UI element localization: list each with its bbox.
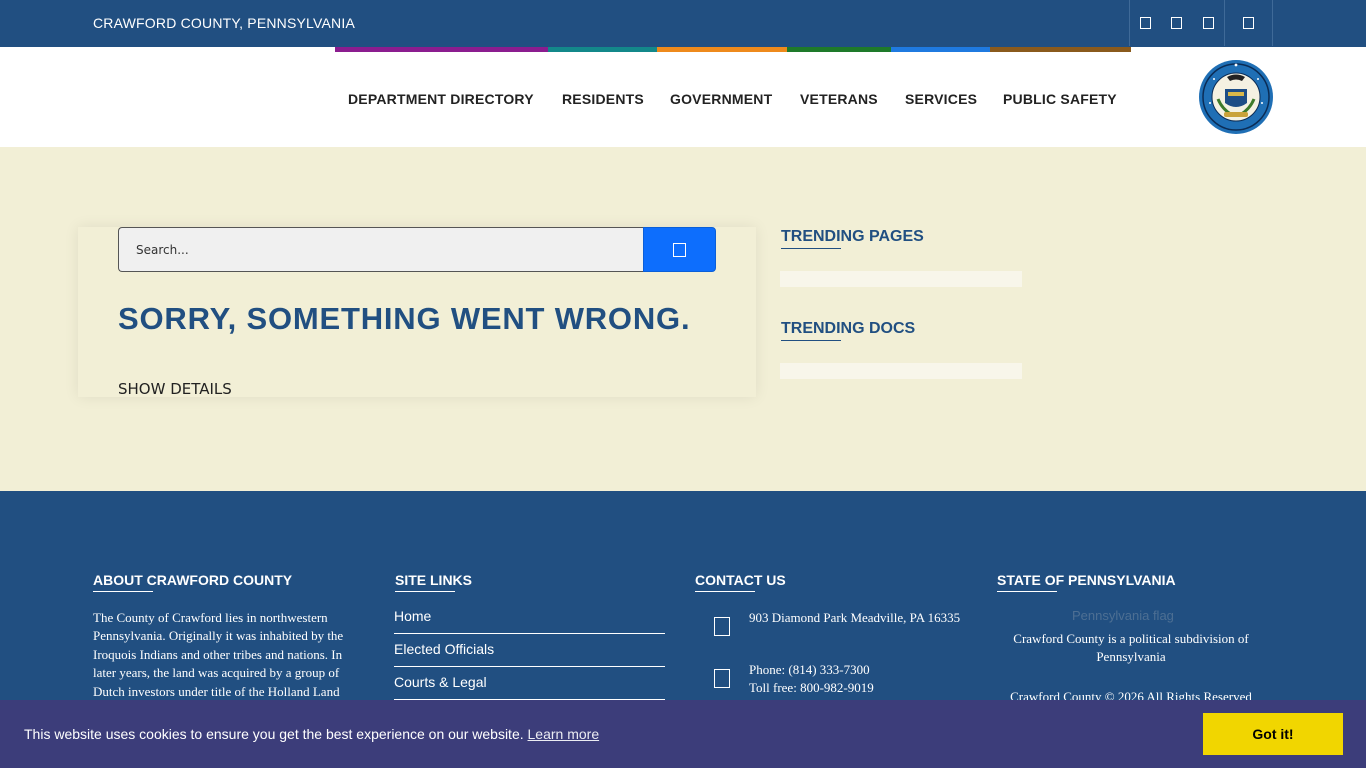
trending-pages-list [780, 271, 1022, 287]
about-text: The County of Crawford lies in northwest… [93, 610, 344, 699]
heading-underline [997, 591, 1057, 592]
county-seal-logo[interactable] [1198, 59, 1274, 135]
color-strip-segment [548, 47, 657, 52]
cookie-message-text: This website uses cookies to ensure you … [24, 726, 524, 742]
contact-phone[interactable]: Phone: (814) 333-7300 [749, 661, 870, 679]
cookie-learn-more-link[interactable]: Learn more [528, 726, 600, 742]
show-details-link[interactable]: SHOW DETAILS [118, 380, 232, 398]
color-strip-segment [787, 47, 891, 52]
top-bar: CRAWFORD COUNTY, PENNSYLVANIA [0, 0, 1366, 47]
cookie-message: This website uses cookies to ensure you … [24, 726, 599, 742]
color-strip-segment [335, 47, 548, 52]
footer-link-elected-officials[interactable]: Elected Officials [394, 641, 665, 667]
site-links-heading: SITE LINKS [395, 572, 473, 588]
heading-underline [781, 340, 841, 341]
search-button[interactable] [643, 227, 716, 272]
heading-underline [695, 591, 755, 592]
nav-residents[interactable]: RESIDENTS [562, 91, 644, 107]
contact-heading: CONTACT US [695, 572, 786, 588]
contact-toll-free[interactable]: Toll free: 800-982-9019 [749, 679, 874, 697]
footer-link-home[interactable]: Home [394, 608, 665, 634]
youtube-icon[interactable] [1192, 0, 1224, 46]
search-input[interactable] [118, 227, 644, 272]
trending-pages-heading: TRENDING PAGES [781, 228, 924, 245]
divider [1272, 0, 1273, 46]
trending-docs-list [780, 363, 1022, 379]
color-strip-segment [657, 47, 787, 52]
color-strip-segment [891, 47, 990, 52]
heading-underline [781, 248, 841, 249]
heading-underline [395, 591, 455, 592]
heading-underline [93, 591, 153, 592]
nav-department-directory[interactable]: DEPARTMENT DIRECTORY [348, 91, 534, 107]
phone-icon[interactable] [1225, 0, 1272, 46]
nav-public-safety[interactable]: PUBLIC SAFETY [1003, 91, 1117, 107]
contact-address: 903 Diamond Park Meadville, PA 16335 [749, 610, 961, 625]
facebook-icon[interactable] [1130, 0, 1161, 46]
map-marker-icon [714, 617, 730, 636]
phone-icon [714, 669, 730, 688]
footer-link-courts-legal[interactable]: Courts & Legal [394, 674, 665, 700]
trending-docs-heading: TRENDING DOCS [781, 320, 916, 337]
color-strip-segment [990, 47, 1131, 52]
county-title: CRAWFORD COUNTY, PENNSYLVANIA [93, 15, 355, 31]
nav-veterans[interactable]: VETERANS [800, 91, 878, 107]
state-heading: STATE OF PENNSYLVANIA [997, 572, 1176, 588]
nav-services[interactable]: SERVICES [905, 91, 977, 107]
error-title: SORRY, SOMETHING WENT WRONG. [118, 301, 691, 336]
search-icon [673, 242, 686, 257]
pennsylvania-flag-image: Pennsylvania flag [1072, 608, 1174, 623]
about-heading: ABOUT CRAWFORD COUNTY [93, 572, 293, 588]
cookie-accept-button[interactable]: Got it! [1203, 713, 1343, 755]
state-text: Crawford County is a political subdivisi… [1013, 631, 1249, 665]
twitter-icon[interactable] [1161, 0, 1192, 46]
nav-government[interactable]: GOVERNMENT [670, 91, 772, 107]
